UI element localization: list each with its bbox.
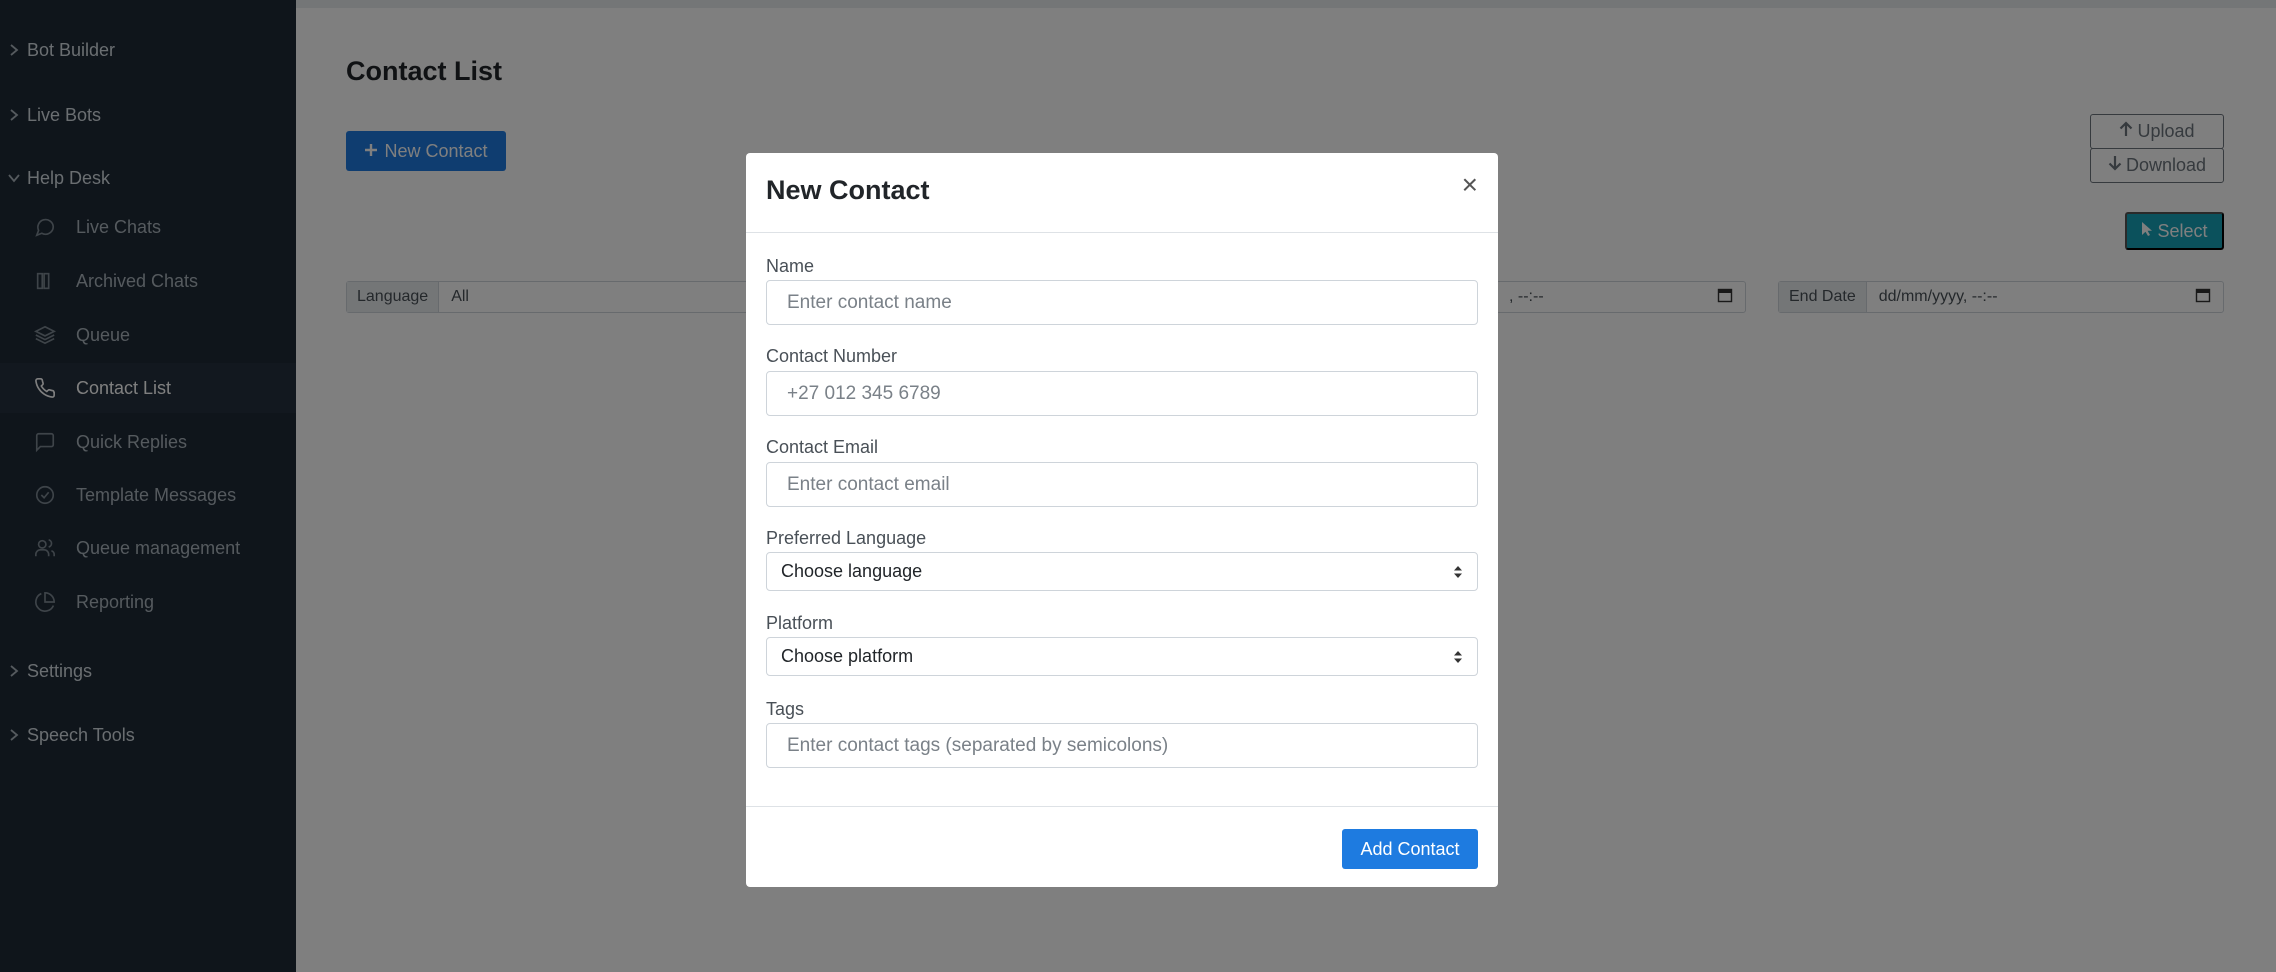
- sort-arrows-icon: [1453, 565, 1463, 579]
- platform-select[interactable]: Choose platform: [766, 637, 1478, 676]
- add-contact-button[interactable]: Add Contact: [1342, 829, 1478, 869]
- modal-title: New Contact: [766, 175, 930, 205]
- name-input[interactable]: Enter contact name: [766, 280, 1478, 325]
- platform-label: Platform: [766, 613, 834, 633]
- contact-email-input[interactable]: Enter contact email: [766, 462, 1478, 507]
- tags-input[interactable]: Enter contact tags (separated by semicol…: [766, 723, 1478, 768]
- contact-number-label: Contact Number: [766, 346, 898, 366]
- preferred-language-select[interactable]: Choose language: [766, 552, 1478, 591]
- modal-footer: Add Contact: [746, 806, 1498, 887]
- preferred-language-value: Choose language: [781, 561, 923, 581]
- new-contact-modal: New Contact × Name Enter contact name Co…: [746, 153, 1498, 887]
- contact-email-label: Contact Email: [766, 437, 879, 457]
- preferred-language-label: Preferred Language: [766, 528, 927, 548]
- platform-value: Choose platform: [781, 646, 914, 666]
- modal-header: New Contact ×: [746, 153, 1498, 233]
- name-label: Name: [766, 256, 815, 276]
- sort-arrows-icon: [1453, 650, 1463, 664]
- contact-number-input[interactable]: +27 012 345 6789: [766, 371, 1478, 416]
- close-button[interactable]: ×: [1462, 171, 1478, 199]
- tags-label: Tags: [766, 699, 805, 719]
